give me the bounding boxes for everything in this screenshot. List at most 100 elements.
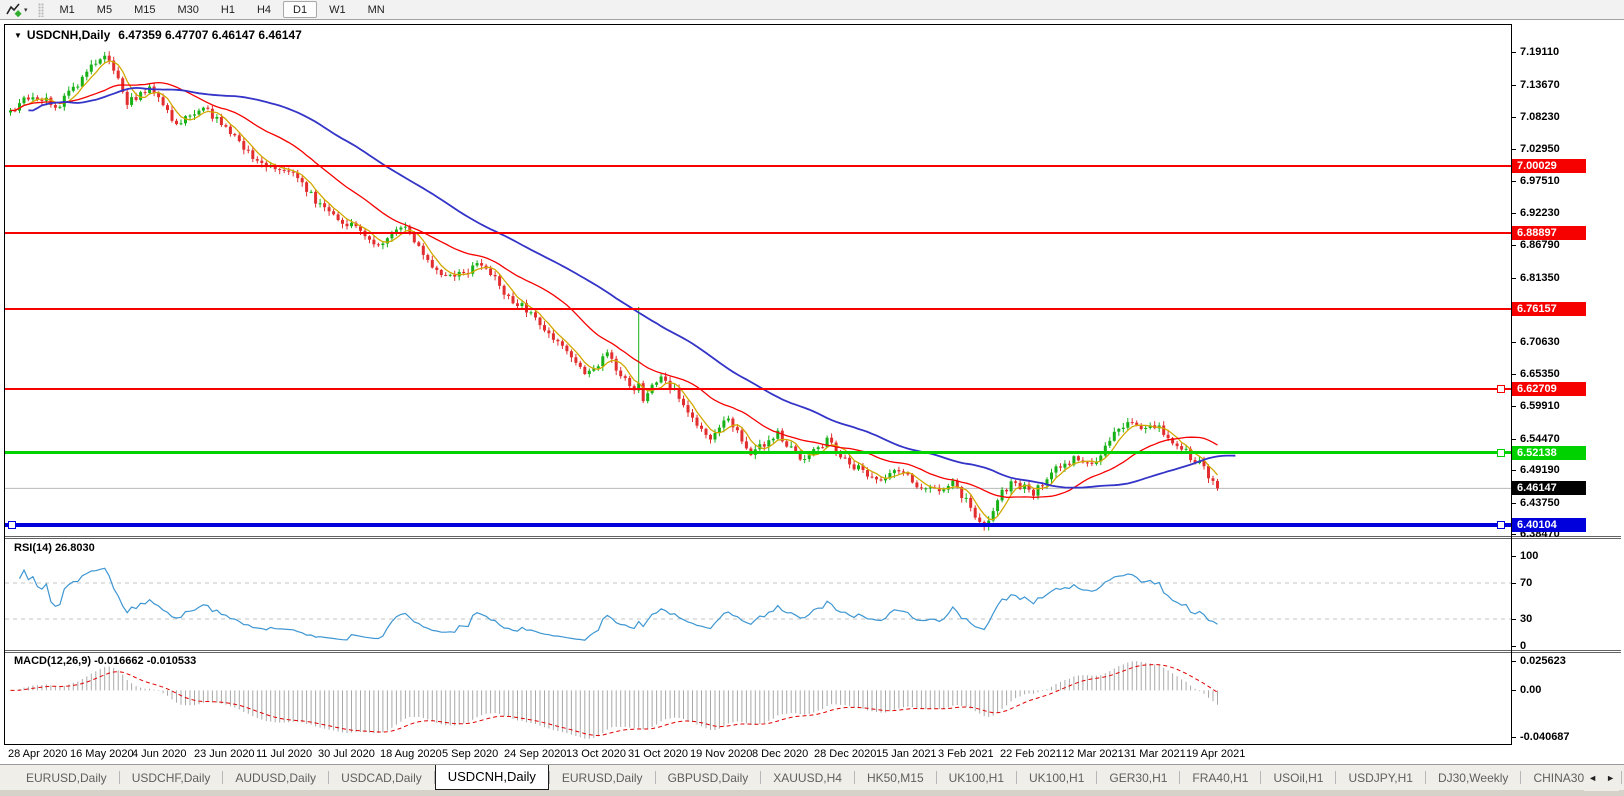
price-level-tag: 6.76157 xyxy=(1512,302,1586,316)
horizontal-level-line[interactable] xyxy=(5,388,1511,390)
timeframe-button-M30[interactable]: M30 xyxy=(167,1,208,18)
tab-scroll-left-icon[interactable]: ◄ xyxy=(1588,773,1597,783)
date-tick-label: 28 Dec 2020 xyxy=(814,748,877,760)
axis-tick-mark xyxy=(1512,406,1516,407)
price-tick-label: 6.43750 xyxy=(1520,497,1560,509)
date-tick-label: 18 Aug 2020 xyxy=(380,748,442,760)
axis-tick-mark xyxy=(1512,690,1516,691)
date-tick-label: 3 Feb 2021 xyxy=(938,748,994,760)
chart-tab-usoil-h1[interactable]: USOil,H1 xyxy=(1261,765,1335,790)
timeframe-button-H1[interactable]: H1 xyxy=(211,1,245,18)
chart-border-bottom xyxy=(5,744,1512,745)
price-tick-label: 6.97510 xyxy=(1520,175,1560,187)
horizontal-level-line[interactable] xyxy=(5,451,1511,454)
macd-indicator-chart[interactable] xyxy=(5,653,1511,744)
axis-tick-mark xyxy=(1512,342,1516,343)
timeframe-button-MN[interactable]: MN xyxy=(358,1,395,18)
horizontal-level-line[interactable] xyxy=(5,308,1511,310)
date-tick-label: 19 Apr 2021 xyxy=(1186,748,1246,760)
price-tick-label: 6.92230 xyxy=(1520,207,1560,219)
timeframe-button-H4[interactable]: H4 xyxy=(247,1,281,18)
timeframe-button-M5[interactable]: M5 xyxy=(87,1,122,18)
price-tick-label: 7.19110 xyxy=(1520,46,1560,58)
price-level-tag: 6.52138 xyxy=(1512,446,1586,460)
date-tick-label: 8 Dec 2020 xyxy=(752,748,809,760)
indicators-icon[interactable] xyxy=(5,2,23,18)
chart-tab-dj30-weekly[interactable]: DJ30,Weekly xyxy=(1426,765,1520,790)
chart-tab-uk100-h1[interactable]: UK100,H1 xyxy=(937,765,1016,790)
macd-axis-label: 0.025623 xyxy=(1520,655,1566,667)
chart-tab-audusd-daily[interactable]: AUDUSD,Daily xyxy=(223,765,328,790)
bottom-strip xyxy=(0,790,1624,796)
price-tick-label: 7.08230 xyxy=(1520,111,1560,123)
level-line-handle[interactable] xyxy=(1497,449,1505,457)
chart-tab-xauusd-h4[interactable]: XAUUSD,H4 xyxy=(761,765,854,790)
indicators-dropdown-icon[interactable]: ▾ xyxy=(24,6,28,14)
chart-ohlc-values: 6.47359 6.47707 6.46147 6.46147 xyxy=(118,28,302,42)
date-tick-label: 24 Sep 2020 xyxy=(504,748,567,760)
axis-tick-mark xyxy=(1512,534,1516,535)
axis-tick-mark xyxy=(1512,181,1516,182)
horizontal-level-line[interactable] xyxy=(5,232,1511,234)
rsi-axis-label: 100 xyxy=(1520,550,1539,562)
chart-tab-eurusd-daily[interactable]: EURUSD,Daily xyxy=(14,765,119,790)
axis-tick-mark xyxy=(1512,245,1516,246)
date-tick-label: 5 Sep 2020 xyxy=(442,748,499,760)
price-axis[interactable]: 7.19110 7.13670 7.08230 7.02950 6.97510 6.922… xyxy=(1512,24,1621,745)
date-tick-label: 19 Nov 2020 xyxy=(690,748,753,760)
date-tick-label: 31 Mar 2021 xyxy=(1124,748,1186,760)
macd-label: MACD(12,26,9) -0.016662 -0.010533 xyxy=(14,655,196,667)
price-tick-label: 6.81350 xyxy=(1520,272,1560,284)
axis-tick-mark xyxy=(1512,470,1516,471)
rsi-indicator-chart[interactable] xyxy=(5,539,1511,650)
date-tick-label: 22 Feb 2021 xyxy=(1000,748,1062,760)
candlestick-chart[interactable] xyxy=(5,24,1511,536)
level-line-handle[interactable] xyxy=(1497,521,1505,529)
price-tick-label: 6.86790 xyxy=(1520,239,1560,251)
toolbar: ▾ M1 M5 M15 M30 H1 H4 D1 W1 MN xyxy=(0,0,1624,20)
date-axis[interactable]: 28 Apr 2020 16 May 2020 4 Jun 2020 23 Jun 2… xyxy=(0,746,1624,763)
timeframe-button-D1[interactable]: D1 xyxy=(283,1,318,18)
chart-tab-usdcad-daily[interactable]: USDCAD,Daily xyxy=(329,765,434,790)
date-tick-label: 30 Jul 2020 xyxy=(318,748,375,760)
axis-tick-mark xyxy=(1512,117,1516,118)
chart-tab-usdcnh-daily[interactable]: USDCNH,Daily xyxy=(434,765,549,790)
date-tick-label: 31 Oct 2020 xyxy=(628,748,688,760)
axis-tick-mark xyxy=(1512,583,1516,584)
axis-tick-mark xyxy=(1512,737,1516,738)
chart-tab-eurusd-daily[interactable]: EURUSD,Daily xyxy=(550,765,655,790)
price-tick-label: 7.13670 xyxy=(1520,79,1560,91)
chart-tab-hk50-m15[interactable]: HK50,M15 xyxy=(855,765,936,790)
date-tick-label: 16 May 2020 xyxy=(70,748,134,760)
horizontal-level-line[interactable] xyxy=(5,165,1511,167)
tab-scroll-right-icon[interactable]: ► xyxy=(1606,773,1615,783)
price-tick-label: 6.70630 xyxy=(1520,336,1560,348)
level-line-handle[interactable] xyxy=(1497,385,1505,393)
chart-tab-gbpusd-daily[interactable]: GBPUSD,Daily xyxy=(656,765,761,790)
axis-tick-mark xyxy=(1512,374,1516,375)
timeframe-button-M15[interactable]: M15 xyxy=(124,1,165,18)
level-line-handle[interactable] xyxy=(8,521,16,529)
timeframe-button-M1[interactable]: M1 xyxy=(50,1,85,18)
rsi-axis-label: 70 xyxy=(1520,577,1533,589)
toolbar-grip[interactable] xyxy=(37,2,44,17)
chart-tab-fra40-h1[interactable]: FRA40,H1 xyxy=(1180,765,1260,790)
price-level-tag: 6.62709 xyxy=(1512,382,1586,396)
macd-values: -0.016662 -0.010533 xyxy=(94,655,197,667)
macd-axis-label: 0.00 xyxy=(1520,684,1542,696)
chart-dropdown-icon[interactable]: ▼ xyxy=(14,31,22,40)
horizontal-level-line[interactable] xyxy=(5,523,1511,527)
price-tick-label: 6.49190 xyxy=(1520,464,1560,476)
chart-tab-usdjpy-h1[interactable]: USDJPY,H1 xyxy=(1336,765,1424,790)
price-level-tag: 7.00029 xyxy=(1512,159,1586,173)
chart-title: ▼ USDCNH,Daily 6.47359 6.47707 6.46147 6.4… xyxy=(14,28,302,42)
chart-tab-ger30-h1[interactable]: GER30,H1 xyxy=(1097,765,1179,790)
chart-tab-usdchf-daily[interactable]: USDCHF,Daily xyxy=(120,765,223,790)
date-tick-label: 4 Jun 2020 xyxy=(132,748,187,760)
axis-tick-mark xyxy=(1512,439,1516,440)
price-tick-label: 6.59910 xyxy=(1520,400,1560,412)
price-tick-label: 6.54470 xyxy=(1520,433,1560,445)
price-level-tag: 6.40104 xyxy=(1512,518,1586,532)
chart-tab-uk100-h1[interactable]: UK100,H1 xyxy=(1017,765,1096,790)
timeframe-button-W1[interactable]: W1 xyxy=(319,1,356,18)
